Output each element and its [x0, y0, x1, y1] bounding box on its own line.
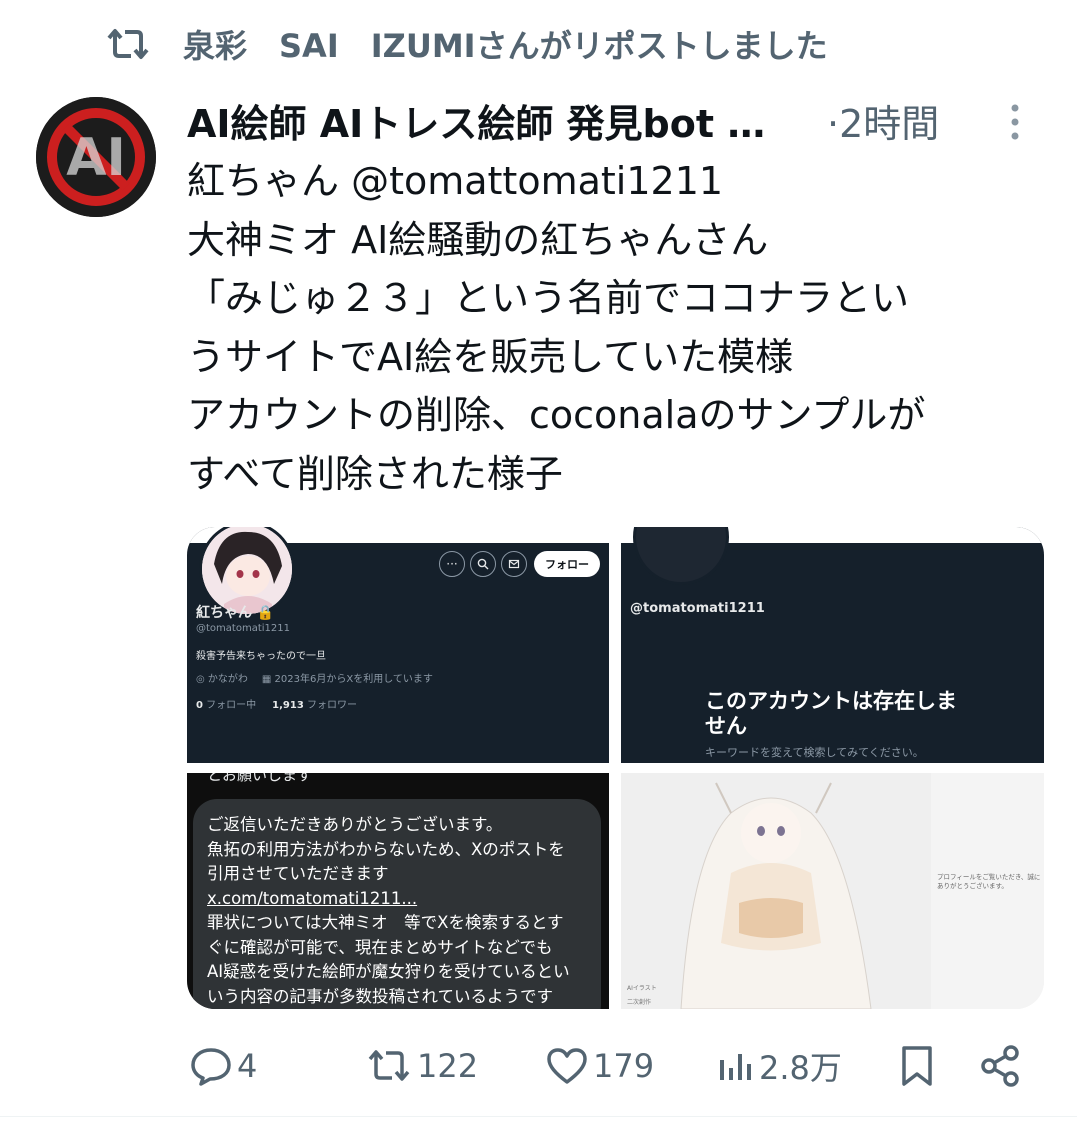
following-count: 0	[196, 700, 203, 711]
views-button[interactable]: 2.8万	[717, 1040, 842, 1092]
tweet-text: 紅ちゃん @tomattomati1211 大神ミオ AI絵騒動の紅ちゃんさん …	[187, 159, 926, 496]
repost-action-icon	[365, 1046, 413, 1086]
tweet-divider	[0, 1116, 1077, 1117]
share-icon	[979, 1044, 1023, 1088]
more-options-icon[interactable]	[1005, 102, 1025, 142]
media-image-message[interactable]: とお願いします ご返信いただきありがとうございます。 魚拓の利用方法がわからない…	[187, 773, 609, 1009]
listing-illustration	[621, 773, 931, 1009]
message-text: ご返信いただきありがとうございます。 魚拓の利用方法がわからないため、Xのポスト…	[207, 813, 599, 1009]
tweet-timestamp[interactable]: ·2時間	[827, 94, 939, 146]
deleted-title: このアカウントは存在しません	[705, 689, 957, 738]
repost-header[interactable]: 泉彩 SAI IZUMIさんがリポストしました	[105, 22, 828, 66]
following-label: フォロー中	[206, 700, 257, 711]
share-button[interactable]	[979, 1040, 1023, 1092]
profile-more-icon: ···	[439, 551, 465, 577]
reply-button[interactable]: 4	[189, 1040, 257, 1092]
profile-search-icon	[470, 551, 496, 577]
tweet-header: AI絵師 AIトレス絵師 発見bot … ·2時間	[187, 93, 1019, 148]
listing-sidebar	[931, 773, 1044, 1009]
media-image-deleted-account[interactable]: @tomatomati1211 このアカウントは存在しません キーワードを変えて…	[621, 527, 1044, 763]
followers-count: 1,913	[272, 700, 304, 711]
listing-row-1: AIイラスト	[627, 985, 657, 992]
followers-label: フォロワー	[306, 700, 357, 711]
bookmark-icon	[899, 1044, 935, 1088]
author-display-name[interactable]: AI絵師 AIトレス絵師 発見bot …	[187, 93, 765, 148]
profile-name: 紅ちゃん 🔒	[196, 605, 275, 621]
profile-message-icon	[501, 551, 527, 577]
profile-meta: ◎ かながわ ▦ 2023年6月からXを利用しています	[196, 670, 433, 685]
reply-count: 4	[237, 1047, 258, 1085]
author-avatar[interactable]: AI	[36, 97, 156, 217]
repost-button[interactable]: 122	[365, 1040, 478, 1092]
media-grid: ··· フォロー 紅ちゃん 🔒 @tomatomati1211 殺害予告来ちゃっ…	[187, 527, 1044, 1009]
like-count: 179	[593, 1047, 655, 1085]
message-link: x.com/tomatomati1211...	[207, 888, 418, 908]
profile-joined: ▦ 2023年6月からXを利用しています	[261, 674, 433, 685]
profile-location: ◎ かながわ	[196, 674, 248, 685]
listing-row-2: 二次創作	[627, 999, 652, 1006]
profile-follow-button: フォロー	[534, 551, 600, 577]
views-icon	[717, 1046, 755, 1086]
repost-icon	[105, 22, 155, 66]
listing-side-text: プロフィールをご覧いただき、誠にありがとうございます。	[937, 873, 1041, 890]
profile-handle: @tomatomati1211	[196, 623, 290, 634]
svg-text:AI: AI	[66, 128, 126, 188]
message-body-1: ご返信いただきありがとうございます。 魚拓の利用方法がわからないため、Xのポスト…	[207, 815, 565, 883]
like-button[interactable]: 179	[545, 1040, 654, 1092]
deleted-handle: @tomatomati1211	[630, 601, 765, 616]
message-previous-line: とお願いします	[207, 773, 313, 784]
action-bar: 4 122 179 2.8万	[187, 1040, 1027, 1092]
repost-label: 泉彩 SAI IZUMIさんがリポストしました	[183, 27, 828, 65]
bookmark-button[interactable]	[899, 1040, 935, 1092]
media-image-listing[interactable]: AIイラスト 二次創作 プロフィールをご覧いただき、誠にありがとうございます。	[621, 773, 1044, 1009]
profile-follow-stats: 0 フォロー中 1,913 フォロワー	[196, 696, 357, 711]
deleted-avatar	[633, 527, 729, 585]
deleted-subtitle: キーワードを変えて検索してみてください。	[705, 746, 924, 759]
reply-icon	[189, 1046, 233, 1086]
media-image-profile[interactable]: ··· フォロー 紅ちゃん 🔒 @tomatomati1211 殺害予告来ちゃっ…	[187, 527, 609, 763]
profile-bio: 殺害予告来ちゃったので一旦	[196, 651, 326, 662]
message-body-2: 罪状については大神ミオ 等でXを検索するとす ぐに確認が可能で、現在まとめサイト…	[207, 913, 570, 1006]
views-count: 2.8万	[759, 1049, 842, 1087]
heart-icon	[545, 1046, 589, 1086]
repost-count: 122	[417, 1047, 479, 1085]
